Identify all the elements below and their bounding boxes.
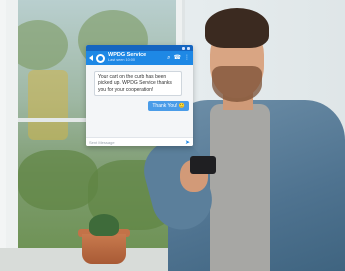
avatar[interactable]	[96, 53, 105, 63]
beard	[212, 66, 262, 102]
tree	[18, 20, 68, 70]
chat-header: WPDG Service Last seen 10:00 ⌕ ☎ ⋮	[86, 51, 193, 65]
chat-window: WPDG Service Last seen 10:00 ⌕ ☎ ⋮ Your …	[86, 45, 193, 146]
phone-icon[interactable]: ☎	[174, 55, 181, 61]
shrub	[18, 150, 98, 210]
message-list: Your cart on the curb has been picked up…	[86, 65, 193, 137]
contact-info[interactable]: WPDG Service Last seen 10:00	[108, 53, 164, 62]
grey-tshirt	[210, 104, 270, 271]
incoming-message: Your cart on the curb has been picked up…	[94, 71, 182, 96]
battery-icon	[187, 46, 190, 50]
signal-icon	[182, 46, 185, 50]
search-icon[interactable]: ⌕	[167, 55, 170, 61]
back-arrow-icon[interactable]	[89, 55, 93, 61]
cactus	[89, 214, 119, 236]
yellow-equipment	[28, 70, 68, 140]
message-input[interactable]: Sent Message	[89, 140, 185, 145]
more-vert-icon[interactable]: ⋮	[184, 55, 190, 61]
outgoing-message: Thank You! 🙂	[148, 101, 189, 111]
contact-status: Last seen 10:00	[108, 57, 136, 62]
smartphone	[190, 156, 216, 174]
plant-pot	[82, 234, 126, 264]
send-icon[interactable]: ➤	[185, 140, 190, 146]
hair	[205, 8, 269, 48]
message-composer: Sent Message ➤	[86, 137, 193, 146]
